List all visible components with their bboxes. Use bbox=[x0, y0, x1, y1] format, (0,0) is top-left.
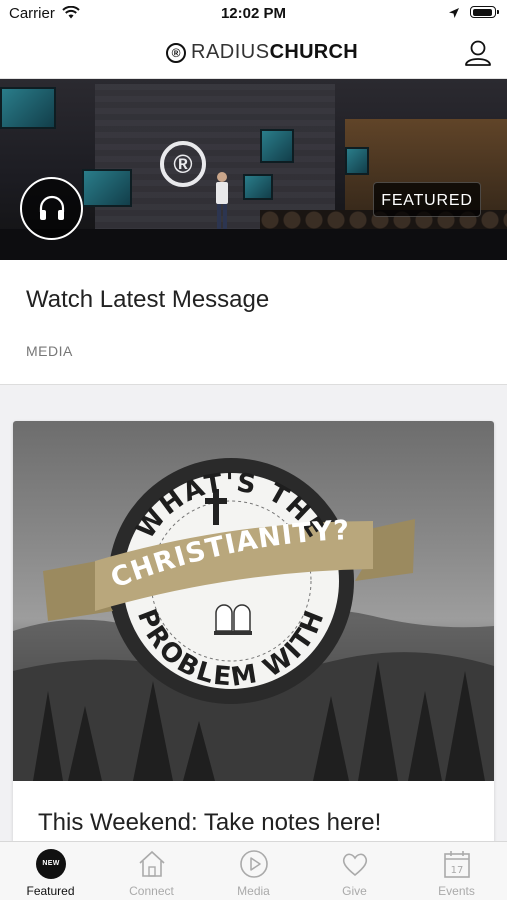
headphones-icon bbox=[39, 195, 65, 220]
tab-connect[interactable]: Connect bbox=[101, 842, 202, 900]
tab-events[interactable]: 17 Events bbox=[406, 842, 507, 900]
play-circle-icon bbox=[240, 850, 268, 878]
stage-screen bbox=[243, 174, 273, 200]
profile-button[interactable] bbox=[463, 38, 493, 68]
stage-screen bbox=[260, 129, 294, 163]
tab-give[interactable]: Give bbox=[304, 842, 405, 900]
featured-badge: FEATURED bbox=[373, 182, 481, 217]
card-category: MEDIA bbox=[26, 343, 73, 359]
calendar-icon: 17 bbox=[444, 851, 470, 878]
featured-hero[interactable]: ® FEATURED bbox=[0, 79, 507, 260]
heart-icon bbox=[342, 853, 368, 877]
new-badge-icon: NEW bbox=[36, 849, 66, 879]
tab-label: Featured bbox=[26, 884, 75, 898]
tab-label: Media bbox=[237, 884, 270, 898]
stage-logo: ® bbox=[160, 141, 206, 187]
user-icon bbox=[465, 40, 491, 66]
brand-logo: ® RADIUS CHURCH bbox=[166, 41, 358, 64]
stage-screen bbox=[345, 147, 369, 175]
listen-audio-button[interactable] bbox=[20, 177, 83, 240]
stage-screen bbox=[82, 169, 132, 207]
stage-floor bbox=[0, 229, 507, 260]
tab-bar: NEW Featured Connect Media Give 17 Event bbox=[0, 841, 507, 900]
brand-name-bold: CHURCH bbox=[269, 41, 359, 63]
location-arrow-icon bbox=[448, 6, 460, 24]
speaker-figure bbox=[216, 172, 228, 229]
tab-featured[interactable]: NEW Featured bbox=[0, 842, 101, 900]
stage-screen bbox=[0, 87, 56, 129]
battery-icon bbox=[470, 6, 499, 18]
nav-bar: ® RADIUS CHURCH bbox=[0, 28, 507, 79]
status-bar: Carrier 12:02 PM bbox=[0, 0, 507, 28]
card-title: Watch Latest Message bbox=[26, 286, 270, 313]
brand-mark-icon: ® bbox=[166, 42, 186, 63]
status-time: 12:02 PM bbox=[220, 5, 287, 22]
calendar-date: 17 bbox=[451, 865, 464, 876]
tab-label: Connect bbox=[129, 884, 174, 898]
tab-label: Events bbox=[438, 884, 475, 898]
house-icon bbox=[139, 850, 165, 877]
sermon-series-artwork: WHAT'S THE PROBLEM WITH CHRISTIANITY? bbox=[13, 421, 494, 781]
watch-latest-message-card[interactable]: Watch Latest Message MEDIA bbox=[0, 260, 507, 385]
tab-media[interactable]: Media bbox=[203, 842, 304, 900]
this-weekend-card[interactable]: WHAT'S THE PROBLEM WITH CHRISTIANITY? Th… bbox=[13, 421, 494, 851]
card-title: This Weekend: Take notes here! bbox=[38, 809, 382, 836]
tab-label: Give bbox=[342, 884, 367, 898]
brand-name-light: RADIUS bbox=[191, 41, 270, 63]
